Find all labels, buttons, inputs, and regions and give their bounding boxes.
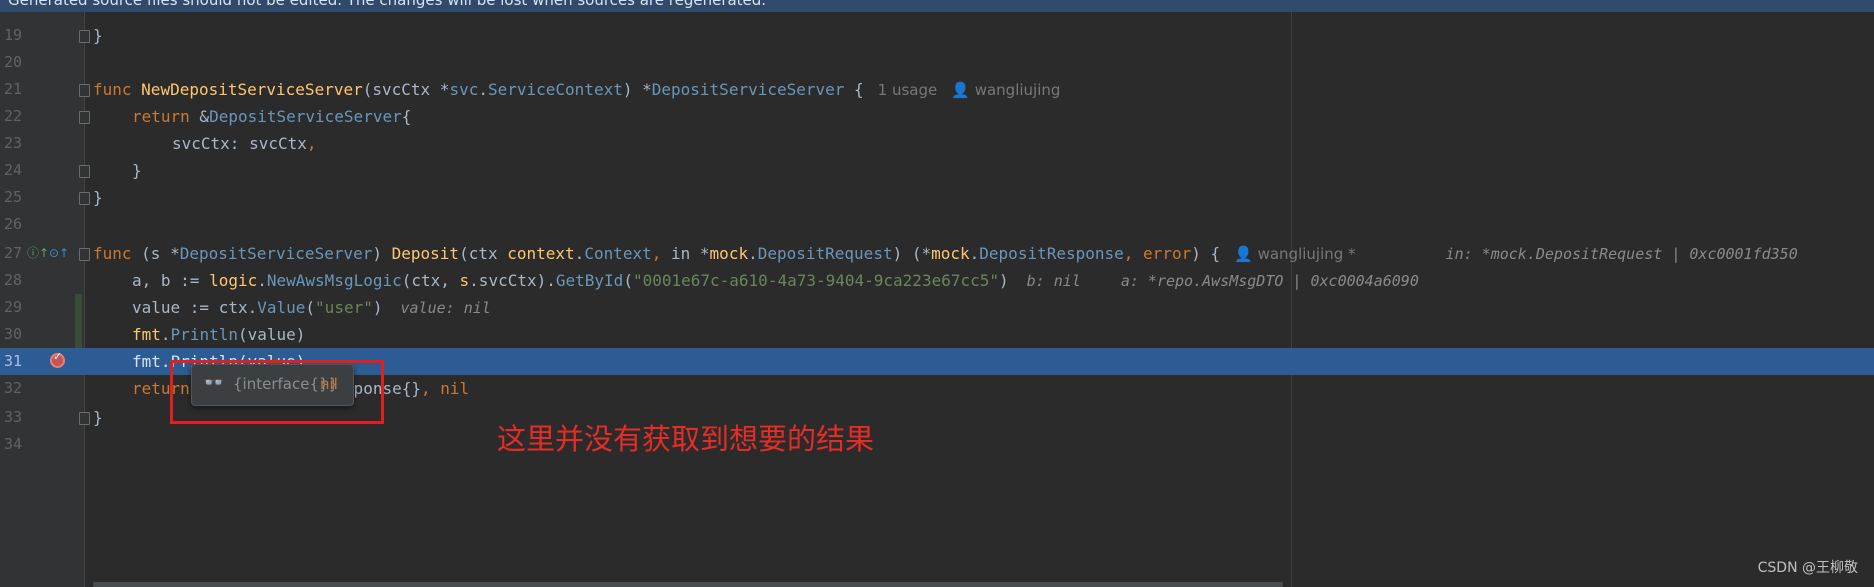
fold-marker-icon[interactable] xyxy=(79,192,90,205)
annotation-text: 这里并没有获取到想要的结果 xyxy=(497,422,875,456)
line-number: 32 xyxy=(3,379,22,397)
code-text: func NewDepositServiceServer(svcCtx *svc… xyxy=(93,80,1061,99)
code-line-26[interactable]: 26 xyxy=(0,211,1874,238)
banner-text: Generated source files should not be edi… xyxy=(8,0,767,9)
line-number: 19 xyxy=(3,26,22,44)
code-text: } xyxy=(93,26,103,45)
line-number: 27 xyxy=(3,244,22,262)
line-number: 21 xyxy=(3,80,22,98)
debug-inline-value: b: nil xyxy=(1026,272,1081,290)
breakpoint-icon[interactable] xyxy=(50,350,65,368)
horizontal-scrollbar[interactable] xyxy=(93,582,1283,587)
line-number: 25 xyxy=(3,188,22,206)
fold-marker-icon[interactable] xyxy=(79,111,90,124)
author-inlay[interactable]: 👤 wangliujing xyxy=(951,81,1060,99)
code-line-34[interactable]: 34 xyxy=(0,431,1874,458)
code-text: func (s *DepositServiceServer) Deposit(c… xyxy=(93,244,1798,263)
user-icon: 👤 xyxy=(1234,245,1258,263)
code-line-23[interactable]: 23 svcCtx: svcCtx, xyxy=(0,130,1874,157)
code-text: a, b := logic.NewAwsMsgLogic(ctx, s.svcC… xyxy=(132,271,1419,290)
line-number: 22 xyxy=(3,107,22,125)
line-number: 31 xyxy=(3,352,22,370)
code-line-28[interactable]: 28 a, b := logic.NewAwsMsgLogic(ctx, s.s… xyxy=(0,267,1874,294)
implementation-up-icon[interactable]: ⓘ↑ xyxy=(27,246,49,260)
debug-inline-value: value: nil xyxy=(400,299,491,317)
code-text: } xyxy=(93,188,103,207)
code-line-19[interactable]: 19 } xyxy=(0,22,1874,49)
code-text: } xyxy=(132,161,142,180)
code-text: return &DepositServiceServer{ xyxy=(132,107,412,126)
code-text: fmt.Println(value) xyxy=(132,325,306,344)
line-number: 20 xyxy=(3,53,22,71)
code-line-24[interactable]: 24 } xyxy=(0,157,1874,184)
debug-inline-value: in: *mock.DepositRequest | 0xc0001fd350 xyxy=(1445,245,1798,263)
code-line-22[interactable]: 22 return &DepositServiceServer{ xyxy=(0,103,1874,130)
generated-source-banner: Generated source files should not be edi… xyxy=(0,0,1874,12)
author-inlay[interactable]: 👤 wangliujing * xyxy=(1234,245,1355,263)
fold-marker-icon[interactable] xyxy=(79,412,90,425)
line-number: 33 xyxy=(3,408,22,426)
line-number: 34 xyxy=(3,435,22,453)
code-line-29[interactable]: 29 value := ctx.Value("user") value: nil xyxy=(0,294,1874,321)
line-number: 28 xyxy=(3,271,22,289)
code-line-21[interactable]: 21 func NewDepositServiceServer(svcCtx *… xyxy=(0,76,1874,103)
code-text: } xyxy=(93,408,103,427)
fold-marker-icon[interactable] xyxy=(79,165,90,178)
code-line-20[interactable]: 20 xyxy=(0,49,1874,76)
user-icon: 👤 xyxy=(951,81,975,99)
line-number: 24 xyxy=(3,161,22,179)
fold-marker-icon[interactable] xyxy=(79,248,90,261)
code-line-27[interactable]: 27 ⓘ↑ ⊙↑ func (s *DepositServiceServer) … xyxy=(0,240,1874,267)
line-number: 30 xyxy=(3,325,22,343)
code-text: svcCtx: svcCtx, xyxy=(172,134,317,153)
usages-inlay[interactable]: 1 usage xyxy=(878,81,938,99)
watermark: CSDN @王柳敬 xyxy=(1757,560,1858,576)
fold-marker-icon[interactable] xyxy=(79,30,90,43)
line-number: 23 xyxy=(3,134,22,152)
fold-marker-icon[interactable] xyxy=(79,84,90,97)
line-number: 26 xyxy=(3,215,22,233)
debug-inline-value: a: *repo.AwsMsgDTO | 0xc0004a6090 xyxy=(1120,272,1419,290)
line-number: 29 xyxy=(3,298,22,316)
code-text: value := ctx.Value("user") value: nil xyxy=(132,298,491,317)
implemented-icon[interactable]: ⊙↑ xyxy=(49,246,69,260)
highlight-box xyxy=(170,360,384,424)
code-line-25[interactable]: 25 } xyxy=(0,184,1874,211)
code-line-30[interactable]: 30 fmt.Println(value) xyxy=(0,321,1874,348)
